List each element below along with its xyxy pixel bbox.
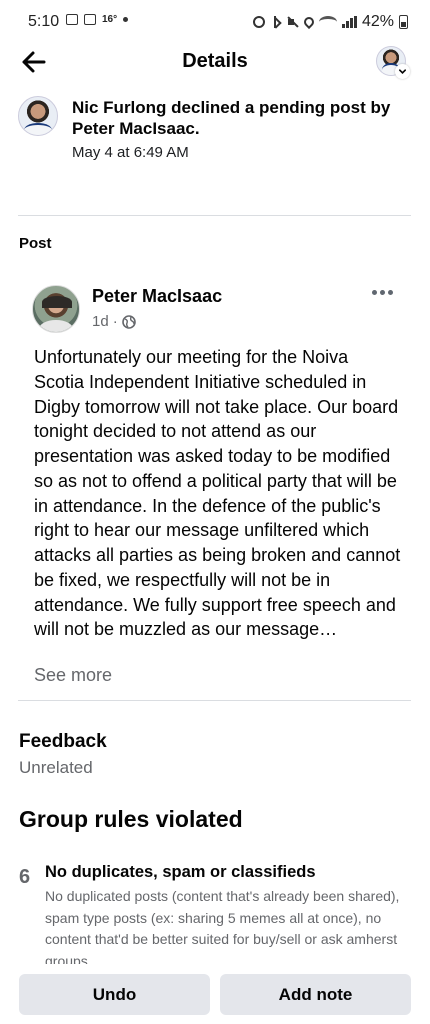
activity-timestamp: May 4 at 6:49 AM — [72, 144, 189, 161]
dot-icon — [123, 17, 129, 22]
divider — [18, 700, 411, 701]
battery-icon — [399, 15, 408, 29]
image-icon — [66, 14, 78, 25]
undo-button[interactable]: Undo — [19, 974, 210, 1015]
add-note-button[interactable]: Add note — [220, 974, 411, 1015]
post-body: Unfortunately our meeting for the Noiva … — [34, 347, 401, 640]
feedback-value: Unrelated — [19, 758, 93, 777]
signal-icon — [341, 16, 357, 28]
status-temperature: 16° — [102, 14, 118, 25]
calendar-icon — [84, 14, 96, 25]
globe-icon — [121, 314, 136, 329]
rules-title: Group rules violated — [19, 806, 243, 832]
battery-percent: 42% — [361, 13, 394, 30]
post-section-label: Post — [19, 235, 52, 252]
status-time: 5:10 — [28, 13, 60, 30]
rule-title: No duplicates, spam or classifieds — [45, 863, 316, 881]
feedback-title: Feedback — [19, 731, 107, 752]
rule-number: 6 — [19, 866, 31, 888]
more-options-button[interactable] — [372, 284, 396, 300]
post-card: Peter MacIsaac 1d · Unfortunately our me… — [18, 269, 410, 699]
bluetooth-icon — [270, 16, 282, 28]
alarm-icon — [252, 16, 265, 28]
page-title: Details — [182, 50, 248, 72]
divider — [18, 215, 411, 216]
action-bar: Undo Add note — [0, 964, 430, 1024]
status-right-icons: 42% — [252, 13, 408, 31]
status-bar: 5:10 16° 42% — [0, 0, 430, 44]
app-header: Details — [0, 44, 430, 80]
meta-separator: · — [112, 313, 118, 330]
post-age: 1d — [92, 313, 109, 330]
status-left-icons: 16° — [66, 14, 129, 25]
author-avatar[interactable] — [32, 285, 80, 333]
profile-switcher[interactable] — [376, 46, 410, 79]
rule-description: No duplicated posts (content that's alre… — [45, 888, 400, 969]
location-icon — [301, 14, 317, 30]
see-more-link[interactable]: See more — [34, 665, 112, 686]
avatar-icon — [18, 96, 58, 136]
mute-icon — [287, 16, 299, 28]
activity-text: Nic Furlong declined a pending post by P… — [72, 98, 391, 138]
actor-avatar — [18, 96, 58, 136]
chevron-down-icon — [395, 64, 410, 79]
post-author[interactable]: Peter MacIsaac — [92, 286, 222, 307]
wifi-icon — [318, 16, 337, 28]
post-meta: 1d · — [92, 313, 136, 330]
